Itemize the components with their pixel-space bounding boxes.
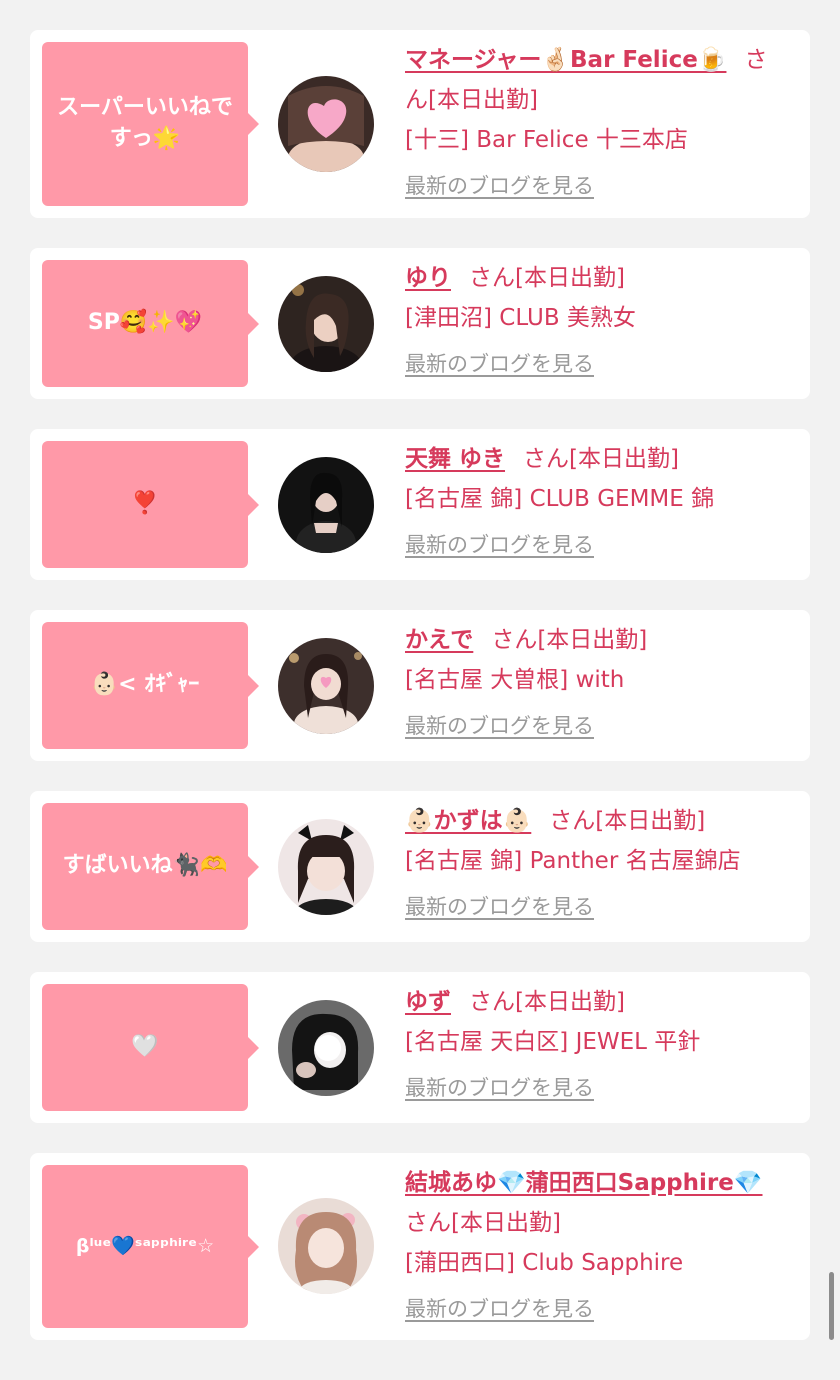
cast-name-link[interactable]: 天舞 ゆき [405,446,505,472]
message-text: スーパーいいねですっ🌟 [57,95,233,151]
avatar[interactable] [278,638,374,734]
list-item: スーパーいいねですっ🌟 マネージャー🤞🏻Bar Felice🍺 さん[本日出勤] … [30,30,810,218]
cast-info: 天舞 ゆき さん[本日出勤] [名古屋 錦] CLUB GEMME 錦 最新のブロ… [405,439,784,565]
message-text: βˡᵘᵉ💙ˢᵃᵖᵖʰⁱʳᵉ☆ [75,1235,215,1258]
blog-link[interactable]: 最新のブログを見る [405,706,594,746]
cast-info: 結城あゆ💎蒲田西口Sapphire💎 さん[本日出勤] [蒲田西口] Club … [405,1163,784,1329]
cast-status: さん[本日出勤] [549,808,706,834]
cast-info: 👶🏻かずは👶🏻 さん[本日出勤] [名古屋 錦] Panther 名古屋錦店 最新… [405,801,784,927]
list-item: 🤍 ゆず さん[本日出勤] [名古屋 天白区] JEWEL 平針 最新のブログを見… [30,972,810,1123]
message-bubble: すばいいね🐈‍⬛🫶 [42,803,259,930]
message-text: ❣️ [131,491,159,517]
cast-name-link[interactable]: 結城あゆ💎蒲田西口Sapphire💎 [405,1170,763,1196]
cast-info: ゆず さん[本日出勤] [名古屋 天白区] JEWEL 平針 最新のブログを見る [405,982,784,1108]
favorite-list: スーパーいいねですっ🌟 マネージャー🤞🏻Bar Felice🍺 さん[本日出勤] … [30,30,810,1370]
list-item: SP🥰✨💖 ゆり さん[本日出勤] [津田沼] CLUB 美熟女 最新のブログを見… [30,248,810,399]
message-bubble: 🤍 [42,984,259,1111]
list-item: 👶🏻< ｵｷﾞｬｰ かえで さん[本日出勤] [名古屋 大曽根] with 最新の… [30,610,810,761]
scrollbar[interactable] [829,1272,834,1340]
shop-name: [蒲田西口] Club Sapphire [405,1250,684,1276]
cast-name-link[interactable]: ゆず [405,989,451,1015]
shop-name: [名古屋 錦] CLUB GEMME 錦 [405,486,715,512]
avatar[interactable] [278,819,374,915]
cast-info: かえで さん[本日出勤] [名古屋 大曽根] with 最新のブログを見る [405,620,784,746]
avatar[interactable] [278,1000,374,1096]
message-bubble: 👶🏻< ｵｷﾞｬｰ [42,622,259,749]
cast-status: さん[本日出勤] [405,1210,561,1236]
shop-name: [名古屋 錦] Panther 名古屋錦店 [405,848,741,874]
cast-status: さん[本日出勤] [491,627,648,653]
blog-link[interactable]: 最新のブログを見る [405,1068,594,1108]
message-text: 👶🏻< ｵｷﾞｬｰ [90,672,200,698]
list-item: ❣️ 天舞 ゆき さん[本日出勤] [名古屋 錦] CLUB GEMME 錦 最新… [30,429,810,580]
blog-link[interactable]: 最新のブログを見る [405,887,594,927]
list-item: βˡᵘᵉ💙ˢᵃᵖᵖʰⁱʳᵉ☆ 結城あゆ💎蒲田西口Sapphire💎 さん[本日出… [30,1153,810,1340]
message-text: SP🥰✨💖 [87,310,203,336]
shop-name: [津田沼] CLUB 美熟女 [405,305,636,331]
message-bubble: βˡᵘᵉ💙ˢᵃᵖᵖʰⁱʳᵉ☆ [42,1165,259,1328]
cast-name-link[interactable]: かえで [405,627,473,653]
cast-status: さん[本日出勤] [469,989,625,1015]
cast-status: さん[本日出勤] [469,265,625,291]
cast-name-link[interactable]: マネージャー🤞🏻Bar Felice🍺 [405,47,726,73]
cast-name-link[interactable]: ゆり [405,265,451,291]
message-bubble: ❣️ [42,441,259,568]
cast-status: さん[本日出勤] [523,446,679,472]
blog-link[interactable]: 最新のブログを見る [405,1289,594,1329]
avatar[interactable] [278,1198,374,1294]
message-bubble: スーパーいいねですっ🌟 [42,42,259,206]
cast-info: ゆり さん[本日出勤] [津田沼] CLUB 美熟女 最新のブログを見る [405,258,784,384]
cast-name-link[interactable]: 👶🏻かずは👶🏻 [405,808,531,834]
blog-link[interactable]: 最新のブログを見る [405,344,594,384]
avatar[interactable] [278,276,374,372]
cast-info: マネージャー🤞🏻Bar Felice🍺 さん[本日出勤] [十三] Bar Fel… [405,40,784,206]
shop-name: [名古屋 天白区] JEWEL 平針 [405,1029,701,1055]
message-bubble: SP🥰✨💖 [42,260,259,387]
shop-name: [十三] Bar Felice 十三本店 [405,127,688,153]
blog-link[interactable]: 最新のブログを見る [405,525,594,565]
list-item: すばいいね🐈‍⬛🫶 👶🏻かずは👶🏻 さん[本日出勤] [名古屋 錦] Panthe… [30,791,810,942]
avatar[interactable] [278,457,374,553]
avatar[interactable] [278,76,374,172]
message-text: すばいいね🐈‍⬛🫶 [62,853,228,879]
blog-link[interactable]: 最新のブログを見る [405,166,594,206]
message-text: 🤍 [131,1034,159,1060]
shop-name: [名古屋 大曽根] with [405,667,625,693]
